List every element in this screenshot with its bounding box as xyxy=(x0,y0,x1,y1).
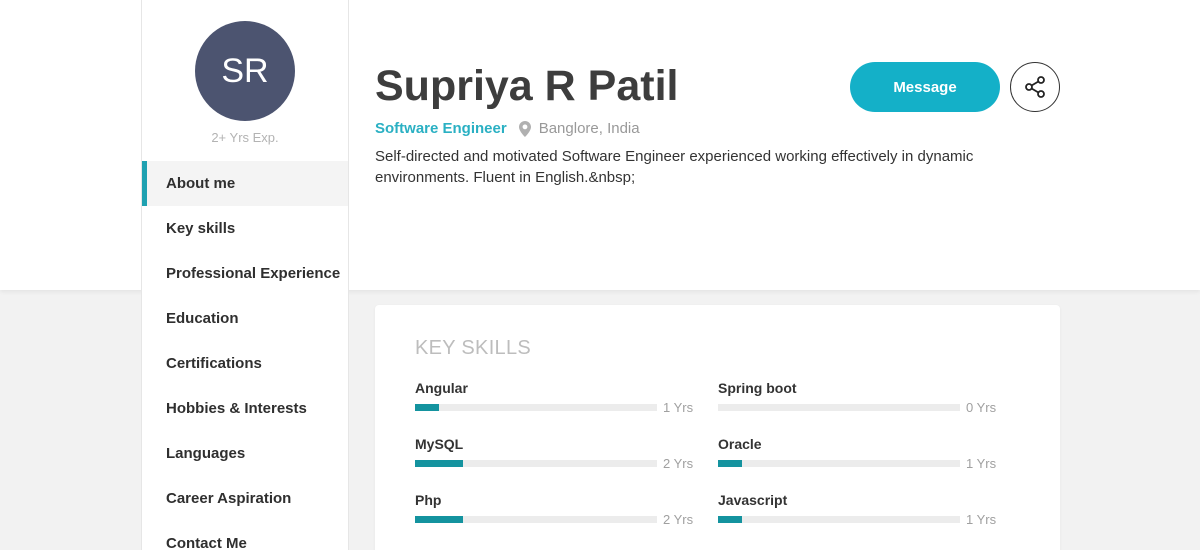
key-skills-card: KEY SKILLS Angular 1 Yrs Spring boot 0 Y… xyxy=(375,305,1060,550)
profile-role: Software Engineer xyxy=(375,120,507,137)
skill-item: MySQL 2 Yrs xyxy=(415,436,695,476)
sidebar-item-label: Key skills xyxy=(166,220,236,237)
skill-years: 1 Yrs xyxy=(663,400,694,415)
sidebar-item-about-me[interactable]: About me xyxy=(142,161,348,206)
skill-bar-fill xyxy=(718,460,743,467)
skill-years: 1 Yrs xyxy=(966,512,997,527)
skill-name: Javascript xyxy=(718,492,788,508)
avatar: SR xyxy=(195,21,295,121)
skill-bar-fill xyxy=(415,404,440,411)
sidebar-item-label: Education xyxy=(166,310,239,327)
skill-bar xyxy=(718,460,960,467)
profile-bio: Self-directed and motivated Software Eng… xyxy=(375,148,974,186)
experience-label: 2+ Yrs Exp. xyxy=(211,130,279,145)
sidebar-item-languages[interactable]: Languages xyxy=(142,431,348,476)
profile-meta: Software Engineer Banglore, India xyxy=(375,120,640,137)
skill-name: Oracle xyxy=(718,436,762,452)
skill-bar-fill xyxy=(718,516,743,523)
sidebar-item-label: Languages xyxy=(166,445,246,462)
skill-item: Php 2 Yrs xyxy=(415,492,695,532)
sidebar-item-label: Career Aspiration xyxy=(166,490,292,507)
sidebar-item-label: Certifications xyxy=(166,355,262,372)
skill-item: Oracle 1 Yrs xyxy=(718,436,998,476)
sidebar-item-label: Contact Me xyxy=(166,535,247,550)
sidebar-item-label: Hobbies & Interests xyxy=(166,400,307,417)
sidebar-item-education[interactable]: Education xyxy=(142,296,348,341)
avatar-initials: SR xyxy=(221,51,269,90)
skill-bar xyxy=(718,516,960,523)
skill-years: 2 Yrs xyxy=(663,512,694,527)
sidebar-item-hobbies-interests[interactable]: Hobbies & Interests xyxy=(142,386,348,431)
profile-location: Banglore, India xyxy=(538,120,640,137)
sidebar-item-label: Professional Experience xyxy=(166,265,341,282)
sidebar-item-certifications[interactable]: Certifications xyxy=(142,341,348,386)
skill-name: Php xyxy=(415,492,442,508)
sidebar-item-label: About me xyxy=(166,175,236,192)
skill-bar xyxy=(415,516,657,523)
skill-bar-fill xyxy=(415,516,464,523)
skill-name: MySQL xyxy=(415,436,464,452)
skill-years: 1 Yrs xyxy=(966,456,997,471)
skill-years: 0 Yrs xyxy=(966,400,997,415)
share-icon xyxy=(1023,75,1047,99)
skill-bar-fill xyxy=(415,460,464,467)
skill-name: Angular xyxy=(415,380,468,396)
sidebar-item-professional-experience[interactable]: Professional Experience xyxy=(142,251,348,296)
skill-bar xyxy=(415,460,657,467)
sidebar-item-contact-me[interactable]: Contact Me xyxy=(142,521,348,550)
skill-bar xyxy=(415,404,657,411)
profile-name: Supriya R Patil xyxy=(375,62,679,110)
key-skills-title: KEY SKILLS xyxy=(415,337,532,359)
sidebar-item-career-aspiration[interactable]: Career Aspiration xyxy=(142,476,348,521)
skill-years: 2 Yrs xyxy=(663,456,694,471)
skill-item: Spring boot 0 Yrs xyxy=(718,380,998,420)
sidebar-item-key-skills[interactable]: Key skills xyxy=(142,206,348,251)
message-button[interactable]: Message xyxy=(850,62,1000,112)
location-pin-icon xyxy=(518,120,531,137)
share-button[interactable] xyxy=(1010,62,1060,112)
skill-bar xyxy=(718,404,960,411)
sidebar-nav: About me Key skills Professional Experie… xyxy=(142,161,348,550)
skill-item: Javascript 1 Yrs xyxy=(718,492,998,532)
skill-item: Angular 1 Yrs xyxy=(415,380,695,420)
skill-name: Spring boot xyxy=(718,380,797,396)
sidebar: SR 2+ Yrs Exp. About me Key skills Profe… xyxy=(141,0,349,550)
